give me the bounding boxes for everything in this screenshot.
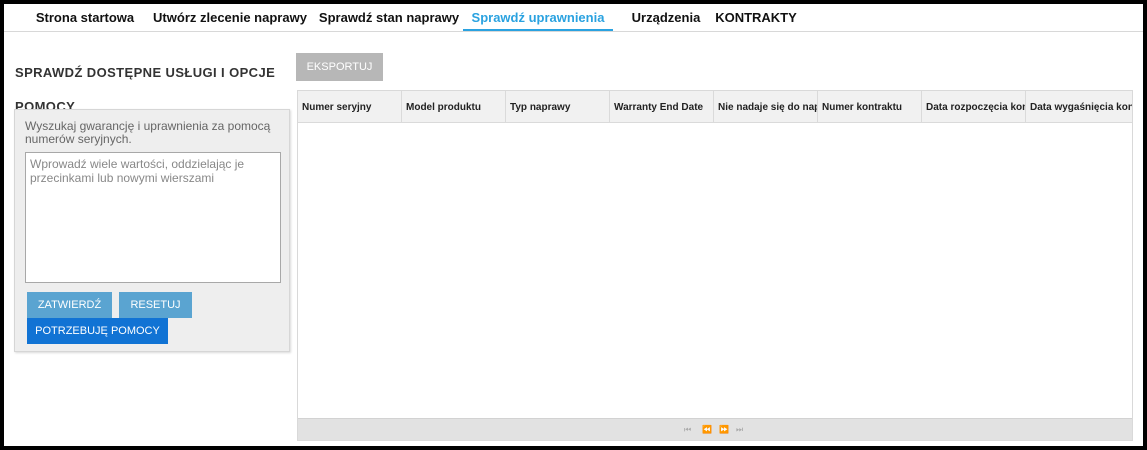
next-page-icon[interactable]: ⏩ xyxy=(719,419,729,441)
submit-button[interactable]: Zatwierdź xyxy=(27,292,112,318)
column-header-serial-number[interactable]: Numer seryjny xyxy=(298,91,402,122)
top-navigation: Strona startowa Utwórz zlecenie naprawy … xyxy=(4,4,1143,32)
serial-numbers-input[interactable] xyxy=(25,152,281,283)
grid-header: Numer seryjny Model produktu Typ naprawy… xyxy=(298,91,1132,123)
search-description: Wyszukaj gwarancję i uprawnienia za pomo… xyxy=(25,119,271,146)
column-header-warranty-end-date[interactable]: Warranty End Date xyxy=(610,91,714,122)
nav-item-devices[interactable]: Urządzenia xyxy=(618,4,714,31)
nav-item-create-repair[interactable]: Utwórz zlecenie naprawy xyxy=(146,4,314,31)
need-help-button[interactable]: Potrzebuję pomocy xyxy=(27,318,168,344)
app-frame: Strona startowa Utwórz zlecenie naprawy … xyxy=(0,0,1147,450)
nav-item-repair-status[interactable]: Sprawdź stan naprawy xyxy=(311,4,467,31)
nav-item-check-entitlements[interactable]: Sprawdź uprawnienia xyxy=(463,4,613,31)
column-header-contract-start[interactable]: Data rozpoczęcia kont xyxy=(922,91,1026,122)
previous-page-icon[interactable]: ⏪ xyxy=(702,419,712,441)
grid-pager: ⏮ ⏪ ⏩ ⏭ xyxy=(298,418,1132,440)
last-page-icon[interactable]: ⏭ xyxy=(736,419,743,441)
column-header-product-model[interactable]: Model produktu xyxy=(402,91,506,122)
nav-item-contracts[interactable]: KONTRAKTY xyxy=(711,4,801,31)
column-header-contract-end[interactable]: Data wygaśnięcia kont xyxy=(1026,91,1132,122)
reset-button[interactable]: Resetuj xyxy=(119,292,192,318)
first-page-icon[interactable]: ⏮ xyxy=(684,419,691,441)
nav-item-home[interactable]: Strona startowa xyxy=(20,4,150,31)
column-header-repair-type[interactable]: Typ naprawy xyxy=(506,91,610,122)
column-header-contract-number[interactable]: Numer kontraktu xyxy=(818,91,922,122)
serial-search-panel: Wyszukaj gwarancję i uprawnienia za pomo… xyxy=(14,109,290,352)
results-grid: Numer seryjny Model produktu Typ naprawy… xyxy=(297,90,1133,441)
export-button[interactable]: Eksportuj xyxy=(296,53,383,81)
column-header-not-repairable[interactable]: Nie nadaje się do napr xyxy=(714,91,818,122)
